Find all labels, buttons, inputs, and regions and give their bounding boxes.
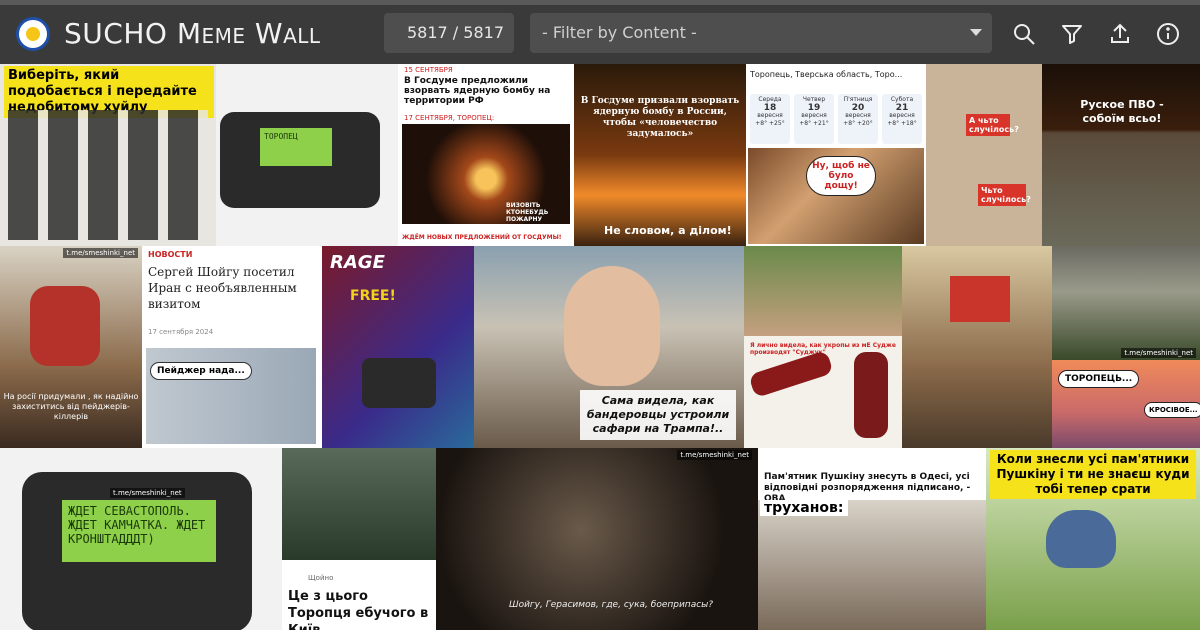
news-date: 15 СЕНТЯБРЯ: [404, 66, 453, 74]
meme-tile-forest-smoke[interactable]: t.me/smeshinki_net: [1052, 246, 1200, 360]
search-icon[interactable]: [1012, 22, 1036, 46]
speech-bubble: КРОСІВОЕ...: [1144, 402, 1200, 418]
pagers-image: [8, 110, 208, 240]
weather-month: вересня: [801, 112, 827, 119]
woman-photo: [744, 246, 902, 336]
meme-tile-pushkin-odesa[interactable]: Пам'ятник Пушкіну знесуть в Одесі, усі в…: [758, 448, 986, 630]
meme-tile-pager-toropets[interactable]: ТОРОПЕЦ: [216, 64, 398, 246]
weather-temp: +8° +20°: [843, 120, 873, 127]
sausage-image: [748, 349, 834, 399]
magazine-text: FREE!: [350, 288, 396, 304]
post-meta: Щойно: [308, 574, 334, 582]
meme-tile-putin-room[interactable]: [902, 246, 1052, 448]
meme-tile-travolta[interactable]: А чьто случілось? Чьто случілось?: [926, 64, 1042, 246]
meme-tile-pushkin-pigeon[interactable]: Коли знесли усі пам'ятники Пушкіну і ти …: [986, 448, 1200, 630]
weather-date: 18: [763, 103, 777, 113]
meme-caption: Сама видела, как бандеровцы устроили саф…: [580, 390, 736, 440]
app-title: SUCHO Meme Wall: [64, 17, 321, 50]
news-headline: В Госдуме предложили взорвать ядерную бо…: [404, 76, 551, 106]
watermark: t.me/smeshinki_net: [677, 450, 752, 460]
watermark: t.me/smeshinki_net: [63, 248, 138, 258]
top-bar: SUCHO Meme Wall 5817 / 5817 - Filter by …: [0, 0, 1200, 64]
trukhanov-photo: [758, 500, 986, 630]
meme-tile-pager-sevastopol[interactable]: ЖДЕТ СЕВАСТОПОЛЬ. ЖДЕТ КАМЧАТКА. ЖДЕТ КР…: [0, 448, 282, 630]
hedgehog-image: [282, 448, 436, 560]
upload-icon[interactable]: [1108, 22, 1132, 46]
info-icon[interactable]: [1156, 22, 1180, 46]
speech-bubble: Ну, щоб не було дощу!: [806, 156, 876, 196]
weather-forecast: Середа 18 вересня +8° +25° Четвер 19 вересня +8…: [750, 94, 922, 144]
image-counter: 5817 / 5817: [384, 13, 514, 53]
pager-screen-text: ЖДЕТ СЕВАСТОПОЛЬ. ЖДЕТ КАМЧАТКА. ЖДЕТ КР…: [62, 500, 216, 562]
weather-day-card: Середа 18 вересня +8° +25°: [750, 94, 790, 144]
pager-screen-text: ТОРОПЕЦ: [260, 128, 332, 166]
weather-date: 19: [807, 103, 821, 113]
sausage-image: [854, 352, 888, 438]
weather-day-card: Субота 21 вересня +8° +18°: [882, 94, 922, 144]
meme-tile-ne-slovom[interactable]: В Госдуме призвали взорвать ядерную бомб…: [574, 64, 746, 246]
sign-text: ВИЗОВІТЬ КТОНЕБУДЬ ПОЖАРНУ: [506, 202, 549, 223]
content-filter-select[interactable]: - Filter by Content -: [530, 13, 992, 53]
weather-month: вересня: [889, 112, 915, 119]
speech-bubble: А чьто случілось?: [966, 114, 1019, 136]
meme-tile-shoigu-iran[interactable]: НОВОСТИ Сергей Шойгу посетил Иран с необ…: [142, 246, 322, 448]
meme-tile-rotary-phone[interactable]: t.me/smeshinki_net На росії придумали , …: [0, 246, 142, 448]
meme-tile-safari-trump[interactable]: Сама видела, как бандеровцы устроили саф…: [474, 246, 744, 448]
meme-tile-rage-pager[interactable]: RAGE FREE!: [322, 246, 474, 448]
phone-image: [30, 286, 100, 366]
news-date: 17 СЕНТЯБРЯ, ТОРОПЕЦ:: [404, 114, 495, 122]
weather-temp: +8° +25°: [755, 120, 785, 127]
speech-bubble: Чьто случілось?: [978, 184, 1031, 206]
woman-face: [564, 266, 660, 386]
meme-tile-prigozhin[interactable]: t.me/smeshinki_net Шойгу, Герасимов, где…: [436, 448, 758, 630]
search-query: Торопець, Тверська область, Торо...: [750, 70, 903, 79]
filter-placeholder: - Filter by Content -: [542, 23, 697, 42]
meme-tile-ruskoe-pvo[interactable]: Руское ПВО - собоїм всьо!: [1042, 64, 1200, 246]
meme-tile-sudzhuk[interactable]: Я лично видела, как укропы из мЕ Судже п…: [744, 246, 902, 448]
watermark: t.me/smeshinki_net: [110, 488, 185, 498]
meme-tile-toropets-bubbles[interactable]: ТОРОПЕЦЬ... КРОСІВОЕ...: [1052, 360, 1200, 448]
video-subtitle: Шойгу, Герасимов, где, сука, боеприпасы?: [508, 600, 714, 610]
news-date: 17 сентября 2024: [148, 328, 214, 336]
pigeon-image: [1046, 510, 1116, 568]
meme-tile-pagers-choice[interactable]: Виберіть, який подобається і передайте н…: [0, 64, 216, 246]
meme-tile-weather-toropets[interactable]: Торопець, Тверська область, Торо... Сере…: [746, 64, 926, 246]
tv-image: [950, 276, 1010, 322]
weather-day-card: Четвер 19 вересня +8° +21°: [794, 94, 834, 144]
meme-tile-gosduma-nuke[interactable]: 15 СЕНТЯБРЯ В Госдуме предложили взорват…: [398, 64, 574, 246]
pager-image: [362, 358, 436, 408]
speech-bubble: ТОРОПЕЦЬ...: [1058, 370, 1140, 388]
meme-caption: труханов:: [760, 500, 848, 516]
meme-wall: Виберіть, який подобається і передайте н…: [0, 64, 1200, 630]
weather-temp: +8° +21°: [799, 120, 829, 127]
speech-bubble: Пейджер нада...: [150, 362, 252, 380]
filter-icon[interactable]: [1060, 22, 1084, 46]
meme-caption: На росії придумали , як надійно захистит…: [3, 392, 139, 421]
magazine-logo: RAGE: [330, 252, 385, 273]
meme-caption: Руское ПВО - собоїм всьо!: [1080, 98, 1164, 125]
meme-caption: В Госдуме призвали взорвать ядерную бомб…: [580, 96, 740, 139]
watermark: t.me/smeshinki_net: [1121, 348, 1196, 358]
meme-caption: Це з цього Торопця ебучого в Київ: [288, 589, 429, 630]
weather-temp: +8° +18°: [887, 120, 917, 127]
sucho-logo[interactable]: [16, 17, 50, 51]
weather-day-card: П'ятниця 20 вересня +8° +20°: [838, 94, 878, 144]
weather-month: вересня: [757, 112, 783, 119]
meme-caption: Не словом, а ділом!: [604, 224, 732, 237]
weather-date: 21: [895, 103, 909, 113]
chevron-down-icon: [970, 29, 982, 36]
meme-tile-hedgehog[interactable]: Щойно Це з цього Торопця ебучого в Київ: [282, 448, 436, 630]
weather-month: вересня: [845, 112, 871, 119]
weather-date: 20: [851, 103, 865, 113]
meme-caption: Коли знесли усі пам'ятники Пушкіну і ти …: [990, 450, 1196, 499]
news-headline: Сергей Шойгу посетил Иран с необъявленны…: [148, 265, 297, 311]
news-footer: ЖДЁМ НОВЫХ ПРЕДЛОЖЕНИЙ ОТ ГОСДУМЫ!: [402, 234, 562, 241]
news-tag: НОВОСТИ: [148, 250, 193, 259]
